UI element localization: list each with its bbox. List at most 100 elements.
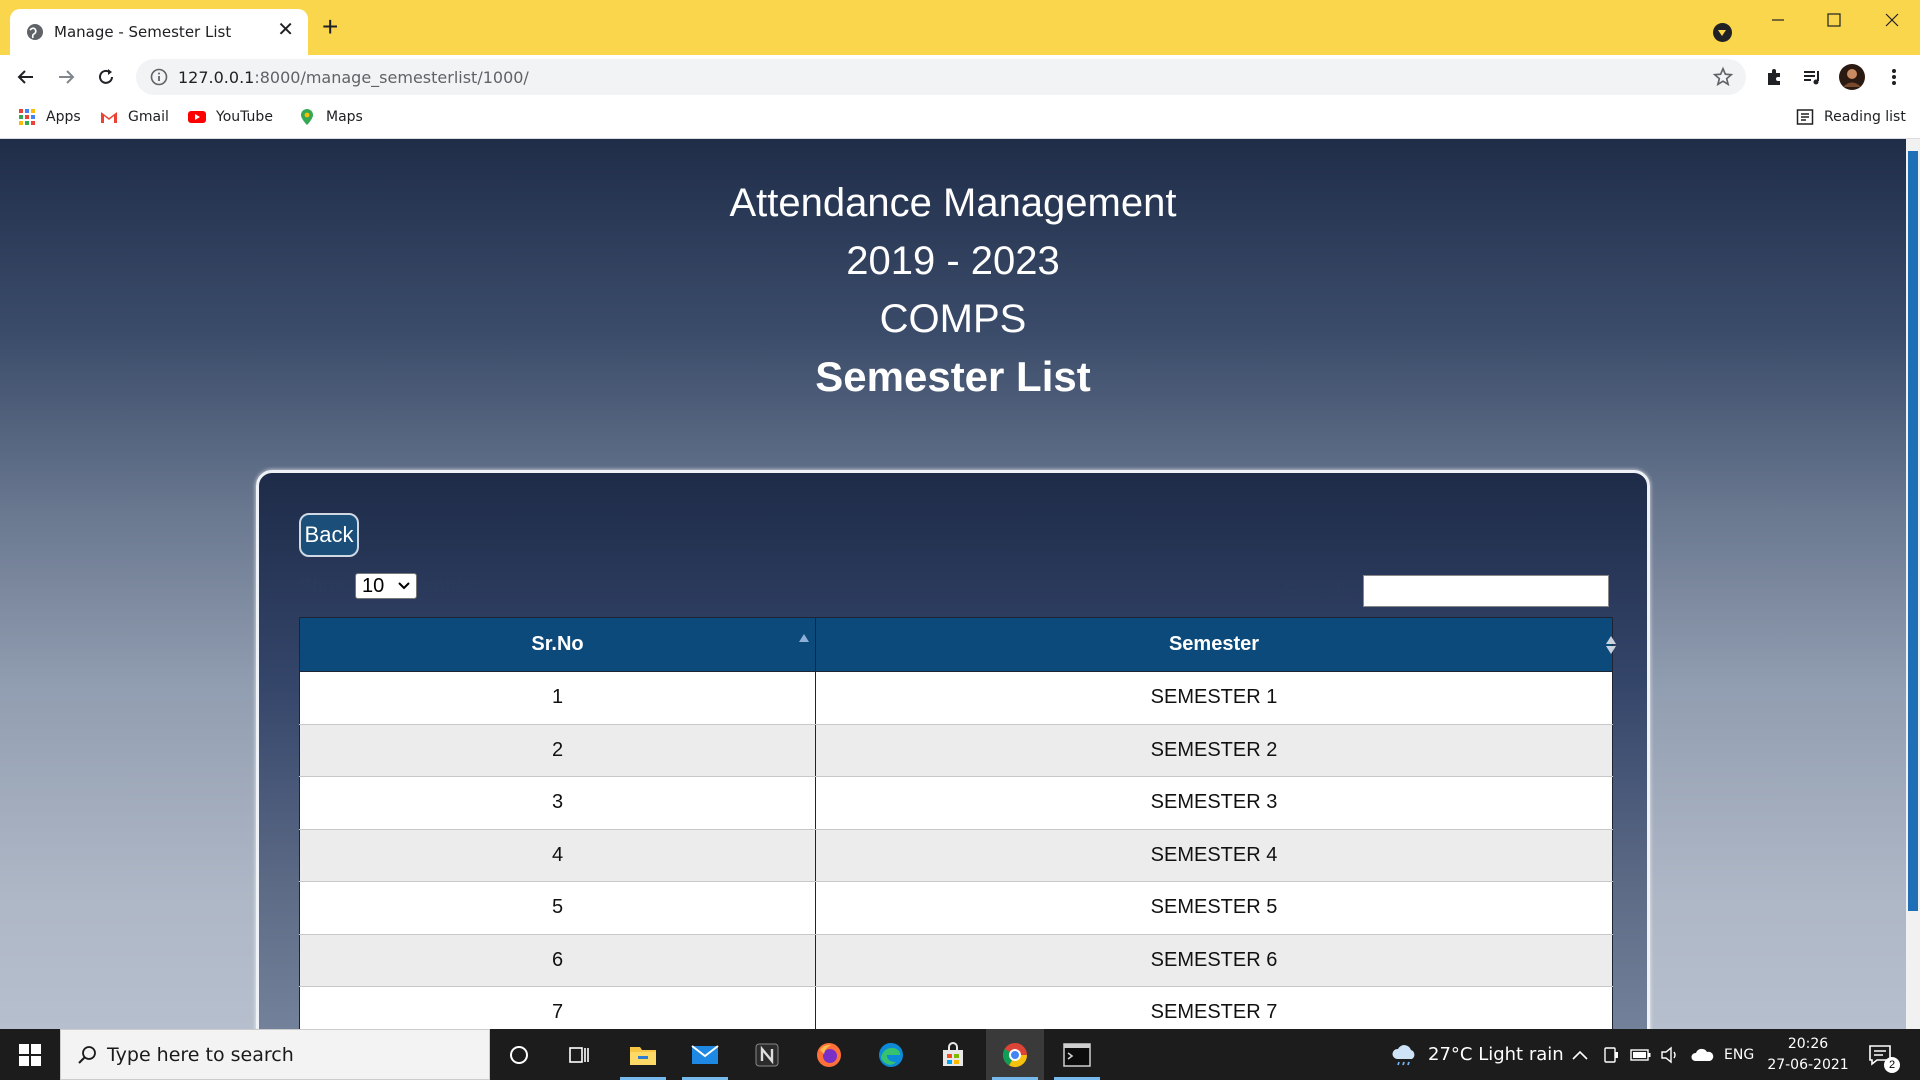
- bookmark-apps[interactable]: Apps: [18, 108, 81, 126]
- edge-icon[interactable]: [862, 1029, 920, 1080]
- entries-select[interactable]: 10: [355, 573, 418, 599]
- page-scrollbar[interactable]: [1906, 139, 1920, 1029]
- volume-icon[interactable]: [1660, 1029, 1680, 1080]
- bookmark-label: Apps: [46, 109, 81, 125]
- page-subtitle: Semester List: [815, 353, 1091, 400]
- address-bar[interactable]: 127.0.0.1:8000/manage_semesterlist/1000/: [136, 59, 1746, 95]
- column-header-label: Sr.No: [531, 633, 584, 655]
- cell-srno: 3: [299, 776, 816, 830]
- onedrive-icon[interactable]: [1690, 1029, 1714, 1080]
- chevron-up-icon: [1572, 1050, 1588, 1060]
- table-row[interactable]: 1 SEMESTER 1: [299, 671, 1613, 725]
- table-row[interactable]: 7 SEMESTER 7: [299, 986, 1613, 1029]
- bookmark-label: Maps: [326, 109, 363, 125]
- table-row[interactable]: 4 SEMESTER 4: [299, 828, 1613, 882]
- battery-icon[interactable]: [1630, 1029, 1652, 1080]
- bookmark-maps[interactable]: Maps: [298, 108, 363, 126]
- terminal-icon[interactable]: [1048, 1029, 1106, 1080]
- taskbar-search-placeholder: Type here to search: [107, 1043, 294, 1066]
- chrome-icon[interactable]: [986, 1029, 1044, 1080]
- cell-semester: SEMESTER 6: [815, 933, 1613, 987]
- window-close-icon[interactable]: [1864, 0, 1920, 40]
- firefox-icon[interactable]: [800, 1029, 858, 1080]
- cell-srno: 4: [299, 828, 816, 882]
- taskbar-search-box[interactable]: Type here to search: [60, 1029, 490, 1080]
- system-clock[interactable]: 20:26 27-06-2021: [1766, 1034, 1850, 1076]
- store-icon[interactable]: [924, 1029, 982, 1080]
- avatar[interactable]: [1838, 63, 1866, 91]
- sort-ascending-icon: [799, 634, 809, 642]
- close-tab-icon[interactable]: ✕: [277, 20, 294, 40]
- semester-card: Back Show 10 entries Search: Sr.No Semes…: [256, 470, 1650, 1029]
- back-button[interactable]: Back: [299, 513, 359, 557]
- maps-pin-icon: [301, 109, 313, 125]
- year-range: 2019 - 2023: [846, 239, 1060, 283]
- table-row[interactable]: 2 SEMESTER 2: [299, 723, 1613, 777]
- cell-srno: 1: [299, 671, 816, 725]
- notification-count-badge: 2: [1884, 1057, 1900, 1073]
- cortana-icon[interactable]: [490, 1029, 548, 1080]
- mail-icon[interactable]: [676, 1029, 734, 1080]
- reading-list-icon: [1796, 109, 1814, 125]
- chrome-menu-icon[interactable]: [1880, 63, 1908, 91]
- gmail-icon: [101, 112, 117, 123]
- browser-titlebar: Manage - Semester List ✕ +: [0, 0, 1920, 55]
- maximize-icon[interactable]: [1806, 0, 1862, 40]
- windows-start-icon[interactable]: [0, 1029, 60, 1080]
- table-search: Search:: [1284, 575, 1609, 607]
- reload-icon[interactable]: [92, 63, 120, 91]
- bookmarks-bar: Apps Gmail YouTube Maps Reading list: [0, 99, 1920, 139]
- bookmark-star-icon[interactable]: [1712, 66, 1734, 88]
- cloud-rain-icon: [1392, 1044, 1415, 1065]
- entries-value: 10: [362, 574, 385, 597]
- search-icon: [78, 1045, 96, 1064]
- bookmark-gmail[interactable]: Gmail: [100, 108, 169, 126]
- extensions-icon[interactable]: [1760, 63, 1788, 91]
- column-header-label: Semester: [1168, 633, 1260, 655]
- cell-srno: 2: [299, 723, 816, 777]
- language-indicator[interactable]: ENG: [1724, 1029, 1754, 1080]
- table-row[interactable]: 6 SEMESTER 6: [299, 933, 1613, 987]
- browser-tab[interactable]: Manage - Semester List ✕: [10, 9, 308, 55]
- show-hidden-icons[interactable]: [1572, 1029, 1588, 1080]
- cell-semester: SEMESTER 2: [815, 723, 1613, 777]
- clock-date: 27-06-2021: [1767, 1057, 1849, 1073]
- windows-taskbar: Type here to search 27°C Light rain ENG …: [0, 1029, 1920, 1080]
- task-view-icon[interactable]: [550, 1029, 608, 1080]
- column-header-srno[interactable]: Sr.No: [299, 617, 816, 672]
- semester-table: Sr.No Semester 1 SEMESTER 1 2 SEMESTER 2…: [299, 617, 1616, 1029]
- file-explorer-icon[interactable]: [614, 1029, 672, 1080]
- search-input[interactable]: [1363, 575, 1609, 607]
- cell-semester: SEMESTER 4: [815, 828, 1613, 882]
- column-header-semester[interactable]: Semester: [815, 617, 1616, 672]
- forward-arrow-icon[interactable]: [52, 63, 80, 91]
- back-arrow-icon[interactable]: [12, 63, 40, 91]
- media-queue-icon[interactable]: [1798, 63, 1826, 91]
- show-entries-control: Show 10 entries: [299, 573, 483, 599]
- cell-srno: 5: [299, 881, 816, 935]
- page-content: Attendance Management 2019 - 2023 COMPS …: [0, 139, 1920, 1029]
- site-info-icon[interactable]: [150, 68, 168, 86]
- department-name: COMPS: [879, 297, 1027, 341]
- tab-title: Manage - Semester List: [54, 23, 232, 41]
- scrollbar-thumb[interactable]: [1908, 151, 1918, 911]
- bookmark-youtube[interactable]: YouTube: [188, 108, 273, 126]
- tab-search-icon[interactable]: [1713, 23, 1732, 42]
- browser-toolbar: 127.0.0.1:8000/manage_semesterlist/1000/: [0, 55, 1920, 99]
- cell-semester: SEMESTER 5: [815, 881, 1613, 935]
- reading-list-label: Reading list: [1824, 109, 1906, 125]
- table-row[interactable]: 5 SEMESTER 5: [299, 881, 1613, 935]
- reading-list[interactable]: Reading list: [1796, 108, 1906, 126]
- clock-time: 20:26: [1787, 1036, 1829, 1052]
- apps-grid-icon: [19, 109, 35, 125]
- bookmark-label: YouTube: [216, 109, 273, 125]
- notion-icon[interactable]: [738, 1029, 796, 1080]
- minimize-icon[interactable]: [1750, 0, 1806, 40]
- weather-widget[interactable]: 27°C Light rain: [1390, 1029, 1564, 1080]
- new-tab-icon[interactable]: +: [322, 13, 338, 41]
- cell-srno: 6: [299, 933, 816, 987]
- table-header-row: Sr.No Semester: [299, 617, 1616, 672]
- search-label: Search:: [1284, 579, 1353, 602]
- device-icon[interactable]: [1602, 1029, 1620, 1080]
- table-row[interactable]: 3 SEMESTER 3: [299, 776, 1613, 830]
